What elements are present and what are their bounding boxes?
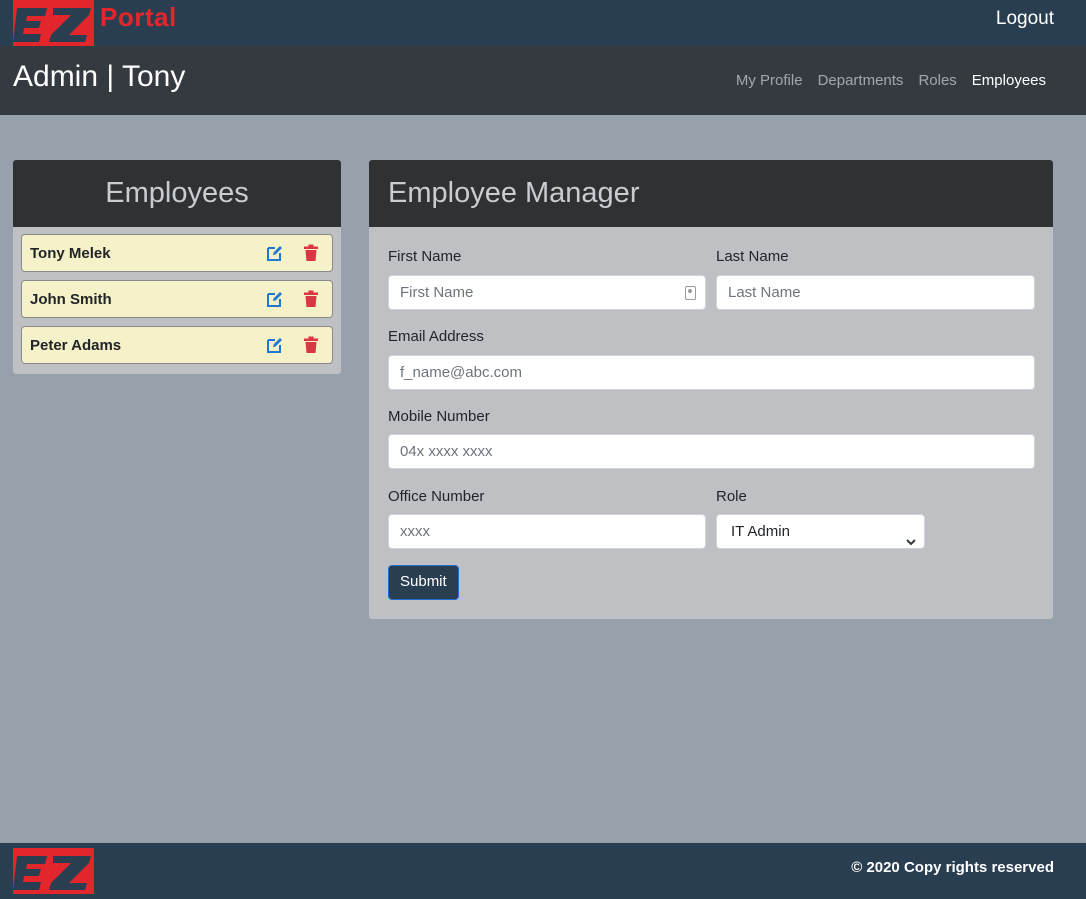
copyright-text: © 2020 Copy rights reserved: [851, 859, 1054, 876]
role-selected-value: IT Admin: [731, 523, 790, 540]
employee-name: Peter Adams: [30, 336, 122, 354]
list-item: John Smith: [21, 280, 333, 318]
submit-button[interactable]: Submit: [388, 565, 459, 600]
footer-ez-logo: [13, 848, 94, 894]
office-number-label: Office Number: [388, 488, 485, 505]
employee-list: Tony Melek John Smith Peter Adams: [13, 227, 341, 374]
chevron-down-icon: [906, 526, 916, 546]
email-placeholder: f_name@abc.com: [400, 364, 522, 381]
top-bar: Portal Logout: [0, 0, 1086, 46]
mobile-placeholder: 04x xxxx xxxx: [400, 443, 493, 460]
portal-logo-text: Portal: [100, 2, 177, 32]
last-name-input[interactable]: Last Name: [716, 275, 1035, 310]
last-name-placeholder: Last Name: [728, 284, 801, 301]
nav-link-departments[interactable]: Departments: [818, 72, 904, 89]
edit-icon[interactable]: [266, 244, 284, 262]
last-name-label: Last Name: [716, 248, 789, 265]
trash-icon[interactable]: [302, 290, 320, 308]
mobile-input[interactable]: 04x xxxx xxxx: [388, 434, 1035, 469]
employees-panel-header: Employees: [13, 160, 341, 227]
employee-name: John Smith: [30, 290, 112, 308]
trash-icon[interactable]: [302, 336, 320, 354]
page-title: Admin | Tony: [13, 60, 186, 93]
list-item: Tony Melek: [21, 234, 333, 272]
first-name-input[interactable]: First Name: [388, 275, 706, 310]
employee-name: Tony Melek: [30, 244, 111, 262]
edit-icon[interactable]: [266, 290, 284, 308]
nav-links: My Profile Departments Roles Employees: [736, 72, 1046, 89]
logout-link[interactable]: Logout: [996, 8, 1054, 30]
email-label: Email Address: [388, 328, 484, 345]
contact-card-icon[interactable]: [685, 286, 696, 300]
ez-logo[interactable]: [13, 0, 94, 46]
edit-icon[interactable]: [266, 336, 284, 354]
email-input[interactable]: f_name@abc.com: [388, 355, 1035, 390]
role-select[interactable]: IT Admin: [716, 514, 925, 549]
navbar: Admin | Tony My Profile Departments Role…: [0, 46, 1086, 115]
employees-panel: Employees Tony Melek John Smith Peter Ad…: [13, 160, 341, 374]
first-name-placeholder: First Name: [400, 284, 474, 301]
footer: © 2020 Copy rights reserved: [0, 843, 1086, 899]
employees-panel-title: Employees: [105, 177, 249, 209]
trash-icon[interactable]: [302, 244, 320, 262]
first-name-label: First Name: [388, 248, 462, 265]
nav-link-roles[interactable]: Roles: [918, 72, 956, 89]
office-number-placeholder: xxxx: [400, 523, 430, 540]
role-label: Role: [716, 488, 747, 505]
mobile-label: Mobile Number: [388, 408, 490, 425]
nav-link-employees[interactable]: Employees: [972, 72, 1046, 89]
nav-link-my-profile[interactable]: My Profile: [736, 72, 803, 89]
employee-manager-panel: Employee Manager First Name First Name L…: [369, 160, 1053, 619]
employee-manager-title: Employee Manager: [388, 177, 640, 209]
employee-manager-header: Employee Manager: [369, 160, 1053, 227]
list-item: Peter Adams: [21, 326, 333, 364]
office-number-input[interactable]: xxxx: [388, 514, 706, 549]
